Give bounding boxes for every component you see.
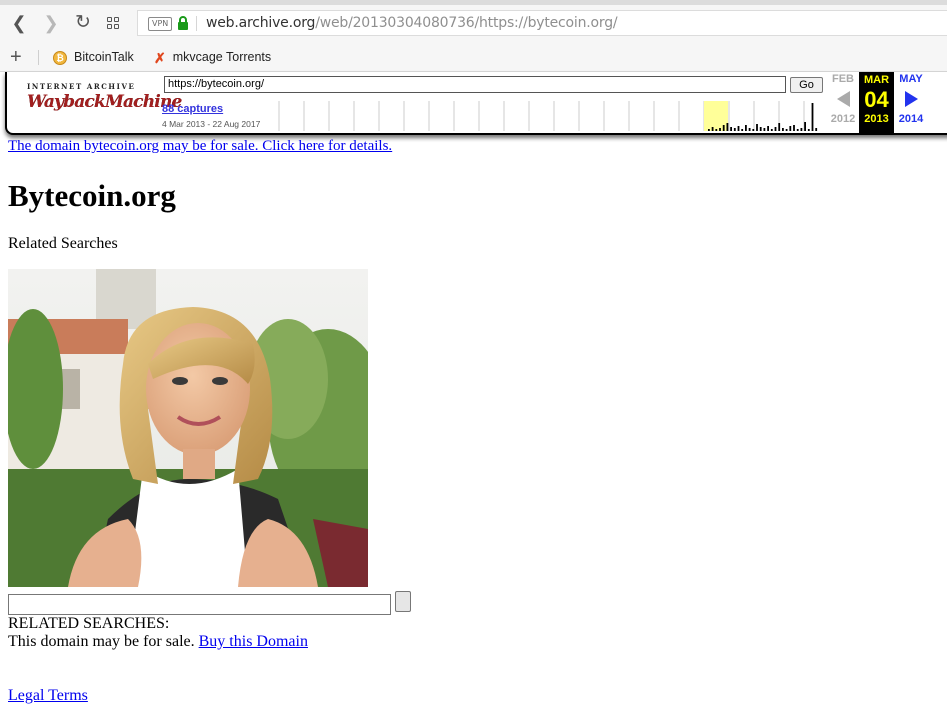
wayback-go-button[interactable]: Go [790,77,823,93]
search-input[interactable] [8,594,391,615]
sparkline-bar [778,123,781,131]
sparkline-bar [811,103,814,131]
page-title: Bytecoin.org [8,178,176,213]
sparkline-bar [737,126,740,131]
back-icon[interactable]: ❮ [8,12,30,34]
next-arrow-icon[interactable] [904,91,918,107]
wayback-logo-main: WaybackMachine [27,92,182,112]
sparkline-bar [793,125,795,131]
domain-sale-text: This domain may be for sale. [8,633,195,650]
sparkline-bar [711,127,714,131]
wayback-logo-top: INTERNET ARCHIVE [27,82,136,91]
sparkline-bar [789,126,792,131]
prev-capture[interactable]: FEB 2012 [825,73,861,126]
sparkline-bar [752,129,755,131]
prev-year[interactable]: 2012 [825,113,861,126]
sparkline-bar [730,127,732,131]
bookmark-mkvcage[interactable]: ✗ mkvcage Torrents [154,49,271,65]
buy-domain-link[interactable]: Buy this Domain [199,633,308,650]
bitcoin-icon: ₿ [53,50,67,65]
related-searches-heading: Related Searches [8,235,118,252]
current-year: 2013 [864,113,889,125]
current-month: MAR [863,74,890,86]
mkvcage-x-icon: ✗ [154,49,166,66]
prev-arrow-icon[interactable] [836,91,850,107]
search-submit-button[interactable] [395,591,411,612]
sparkline-bar [719,128,721,131]
sparkline-bar [759,127,762,131]
window-top-edge [0,0,947,5]
current-day: 04 [864,87,889,112]
bookmark-label: BitcoinTalk [74,50,134,64]
browser-toolbar: ❮ ❯ ↻ VPN web.archive.org/web/2013030408… [0,0,947,44]
legal-terms-link[interactable]: Legal Terms [8,687,88,705]
bookmark-bitcointalk[interactable]: ₿ BitcoinTalk [53,49,134,65]
wayback-logo[interactable]: INTERNET ARCHIVE WaybackMachine [27,82,182,122]
sparkline-bar [782,128,784,131]
sparkline-bar [715,129,718,131]
domain-sale-line: This domain may be for sale. Buy this Do… [8,633,308,651]
url-host: web.archive.org [206,15,316,31]
sparkline-bar [785,129,788,131]
sparkline-bar [763,128,766,131]
sparkline-bar [741,129,744,131]
sparkline-bar [767,126,769,131]
sparkline-bar [748,128,751,131]
sparkline-bar [733,128,736,131]
wayback-toolbar: INTERNET ARCHIVE WaybackMachine https://… [5,72,947,135]
current-capture: MAR 04 2013 [859,72,894,133]
sparkline-bar [804,122,806,131]
address-divider [196,16,197,31]
sparkline-bar [756,124,758,131]
sparkline-bar [708,129,710,131]
sparkline-bar [800,128,803,131]
next-month: MAY [899,73,923,85]
address-bar[interactable]: VPN web.archive.org/web/20130304080736/h… [137,10,947,36]
sparkline-bar [726,123,729,131]
capture-sparkline[interactable] [272,101,822,131]
sparkline-bar [770,129,773,131]
student-photo [8,269,368,587]
related-searches-label: RELATED SEARCHES: [8,615,170,632]
url-text[interactable]: web.archive.org/web/20130304080736/https… [206,15,618,32]
forward-icon[interactable]: ❯ [40,12,62,34]
sparkline-bar [745,125,747,131]
lock-icon[interactable] [176,15,190,31]
reload-icon[interactable]: ↻ [72,12,94,34]
domain-sale-link[interactable]: The domain bytecoin.org may be for sale.… [8,138,392,155]
bookmarks-bar: + ₿ BitcoinTalk ✗ mkvcage Torrents [0,44,947,72]
bookmarks-divider [38,50,39,65]
add-bookmark-icon[interactable]: + [10,45,22,69]
bookmark-label: mkvcage Torrents [172,50,272,64]
sparkline-bar [807,129,810,131]
sparkline-bar [815,128,818,131]
prev-month: FEB [832,73,854,85]
next-capture[interactable]: MAY 2014 [893,73,929,126]
next-year[interactable]: 2014 [893,113,929,126]
url-path: /web/20130304080736/https://bytecoin.org… [315,15,618,31]
sparkline-bar [722,125,725,131]
vpn-badge[interactable]: VPN [148,17,173,31]
speed-dial-icon[interactable] [103,12,125,34]
captures-link[interactable]: 88 captures [162,103,223,115]
sparkline-bar [796,129,799,131]
wayback-url-input[interactable]: https://bytecoin.org/ [164,76,786,93]
capture-date-range: 4 Mar 2013 - 22 Aug 2017 [162,119,261,129]
sparkline-bar [774,127,777,131]
